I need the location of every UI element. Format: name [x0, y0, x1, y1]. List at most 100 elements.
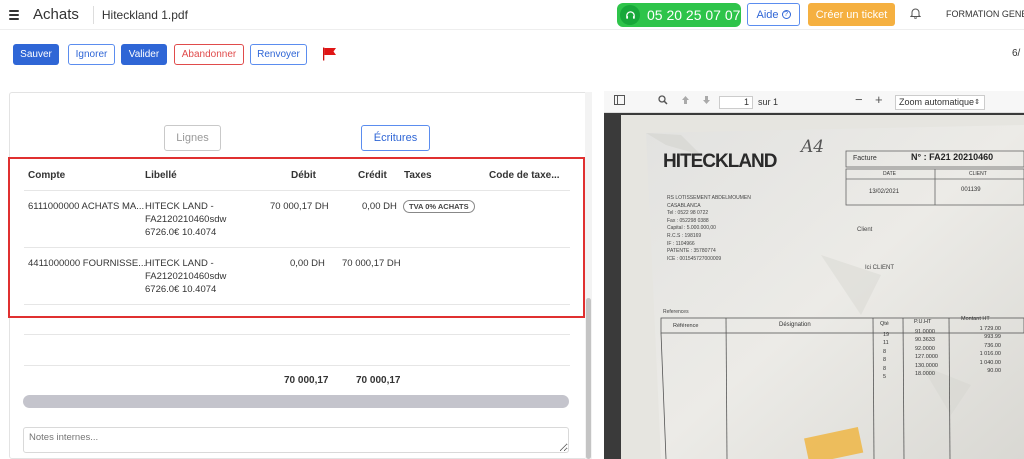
help-circle-icon: ? — [781, 10, 791, 19]
header-divider — [24, 190, 570, 191]
row-divider — [24, 247, 570, 248]
zoom-select-value: Zoom automatique — [899, 97, 975, 107]
address-line: CASABLANCA — [667, 202, 701, 209]
date-header: DATE — [883, 171, 896, 177]
search-icon[interactable] — [658, 95, 668, 108]
zoom-select[interactable]: Zoom automatique ⇕ — [895, 95, 985, 110]
zoom-out-icon[interactable]: − — [855, 92, 863, 107]
panel-scrollbar-thumb[interactable] — [586, 298, 591, 459]
qty-value: 5 — [883, 374, 887, 381]
sidebar-toggle-icon[interactable] — [614, 95, 625, 108]
tax-badge[interactable]: TVA 0% ACHATS — [403, 200, 475, 213]
qty-value: 11 — [883, 340, 889, 347]
abandon-button[interactable]: Abandonner — [174, 44, 244, 65]
headset-icon — [620, 5, 640, 25]
amount-value: 736.00 — [984, 342, 1001, 349]
amount-column: 1 729.00 993.99 736.00 1 016.00 1 040.00… — [969, 325, 1001, 375]
company-name[interactable]: FORMATION GENE — [946, 9, 1024, 19]
tab-lines[interactable]: Lignes — [164, 125, 221, 151]
address-line: Fax : 052298 0388 — [667, 217, 709, 224]
row-divider — [24, 334, 570, 335]
bell-icon[interactable] — [909, 7, 922, 22]
invoice-number: N° : FA21 20210460 — [911, 152, 994, 162]
row-credit: 0,00 DH — [362, 201, 397, 212]
column-reference: Référence — [673, 323, 699, 329]
resend-button[interactable]: Renvoyer — [250, 44, 307, 65]
unit-price-value: 130.0000 — [915, 362, 938, 369]
column-header-tax-code[interactable]: Code de taxe... — [489, 170, 560, 181]
tab-entries[interactable]: Écritures — [361, 125, 430, 151]
row-divider — [24, 304, 570, 305]
column-header-credit[interactable]: Crédit — [358, 170, 387, 181]
row-account: 4411000000 FOURNISSE... — [28, 258, 147, 269]
address-line: PATENTE : 35780774 — [667, 248, 716, 255]
flag-icon[interactable] — [322, 47, 338, 66]
address-line: IF : 1104966 — [667, 240, 695, 247]
handwritten-note: A4 — [801, 137, 825, 157]
client-code: 001139 — [961, 187, 981, 193]
invoice-brand-logo: HITECKLAND — [663, 151, 777, 172]
column-unit-price: P.U.HT — [914, 319, 932, 325]
client-name: Ici CLIENT — [865, 265, 895, 271]
unit-price-value: 91.0000 — [915, 329, 935, 335]
amount-value: 90.00 — [987, 368, 1001, 375]
unit-price-column: 91.0000 90.3633 92.0000 127.0000 130.000… — [915, 328, 938, 378]
zoom-in-icon[interactable]: + — [875, 92, 883, 107]
total-credit: 70 000,17 — [356, 375, 401, 386]
app-title: Achats — [33, 6, 79, 23]
invoice-label: Facture — [853, 155, 877, 162]
phone-number: 05 20 25 07 07 — [647, 7, 741, 23]
column-qty: Qté — [880, 321, 889, 327]
chevron-updown-icon: ⇕ — [974, 99, 980, 106]
row-label-line: FA2120210460sdw — [145, 214, 227, 225]
total-debit: 70 000,17 — [284, 375, 329, 386]
qty-value: 8 — [883, 348, 887, 355]
column-header-account[interactable]: Compte — [28, 170, 65, 181]
divider — [92, 5, 94, 24]
support-phone-button[interactable]: 05 20 25 07 07 — [617, 3, 741, 27]
document-pager: 6/ — [1012, 48, 1021, 59]
amount-value: 1 729.00 — [979, 326, 1001, 332]
create-ticket-button[interactable]: Créer un ticket — [808, 3, 895, 26]
file-name: Hiteckland 1.pdf — [101, 7, 188, 22]
unit-price-value: 90.3633 — [915, 337, 935, 344]
arrow-up-icon[interactable] — [681, 95, 690, 108]
row-label-line: FA2120210460sdw — [145, 271, 227, 282]
row-label-line: HITECK LAND - — [145, 258, 214, 269]
references-label: References — [663, 309, 689, 315]
ignore-button[interactable]: Ignorer — [68, 44, 115, 65]
row-label-line: HITECK LAND - — [145, 201, 214, 212]
qty-column: 19 11 8 8 8 5 — [883, 331, 889, 381]
invoice-date: 13/02/2021 — [869, 189, 900, 195]
address-line: RS LOTISSEMENT ABDELMOUMEN — [667, 195, 751, 201]
amount-value: 993.99 — [984, 334, 1001, 341]
address-line: R.C.S : 198169 — [667, 232, 702, 239]
qty-value: 19 — [883, 332, 890, 338]
save-button[interactable]: Sauver — [13, 44, 59, 65]
row-debit: 70 000,17 DH — [270, 201, 329, 212]
validate-button[interactable]: Valider — [121, 44, 167, 65]
row-label-line: 6726.0€ 10.4074 — [145, 227, 217, 238]
page-total: sur 1 — [758, 97, 779, 107]
address-line: ICE : 001545727000009 — [667, 255, 722, 262]
amount-value: 1 040.00 — [979, 359, 1001, 366]
qty-value: 8 — [883, 357, 887, 364]
unit-price-value: 127.0000 — [915, 354, 938, 361]
column-header-taxes[interactable]: Taxes — [404, 170, 432, 181]
scanned-invoice-image: HITECKLAND A4 Facture N° : FA21 20210460… — [621, 115, 1024, 459]
row-account: 6111000000 ACHATS MA... — [28, 201, 145, 212]
table-horizontal-scrollbar[interactable] — [23, 395, 569, 408]
column-header-label[interactable]: Libellé — [145, 170, 177, 181]
help-button[interactable]: Aide ? — [747, 3, 800, 26]
row-credit: 70 000,17 DH — [342, 258, 401, 269]
row-label-line: 6726.0€ 10.4074 — [145, 284, 217, 295]
row-divider — [24, 365, 570, 366]
page-number-input[interactable]: 1 — [719, 96, 753, 109]
column-designation: Désignation — [779, 322, 811, 328]
client-header: CLIENT — [969, 171, 987, 177]
internal-notes-input[interactable] — [23, 427, 569, 453]
arrow-down-icon[interactable] — [702, 95, 711, 108]
menu-icon[interactable] — [9, 9, 19, 20]
column-header-debit[interactable]: Débit — [291, 170, 316, 181]
amount-value: 1 016.00 — [979, 351, 1001, 358]
